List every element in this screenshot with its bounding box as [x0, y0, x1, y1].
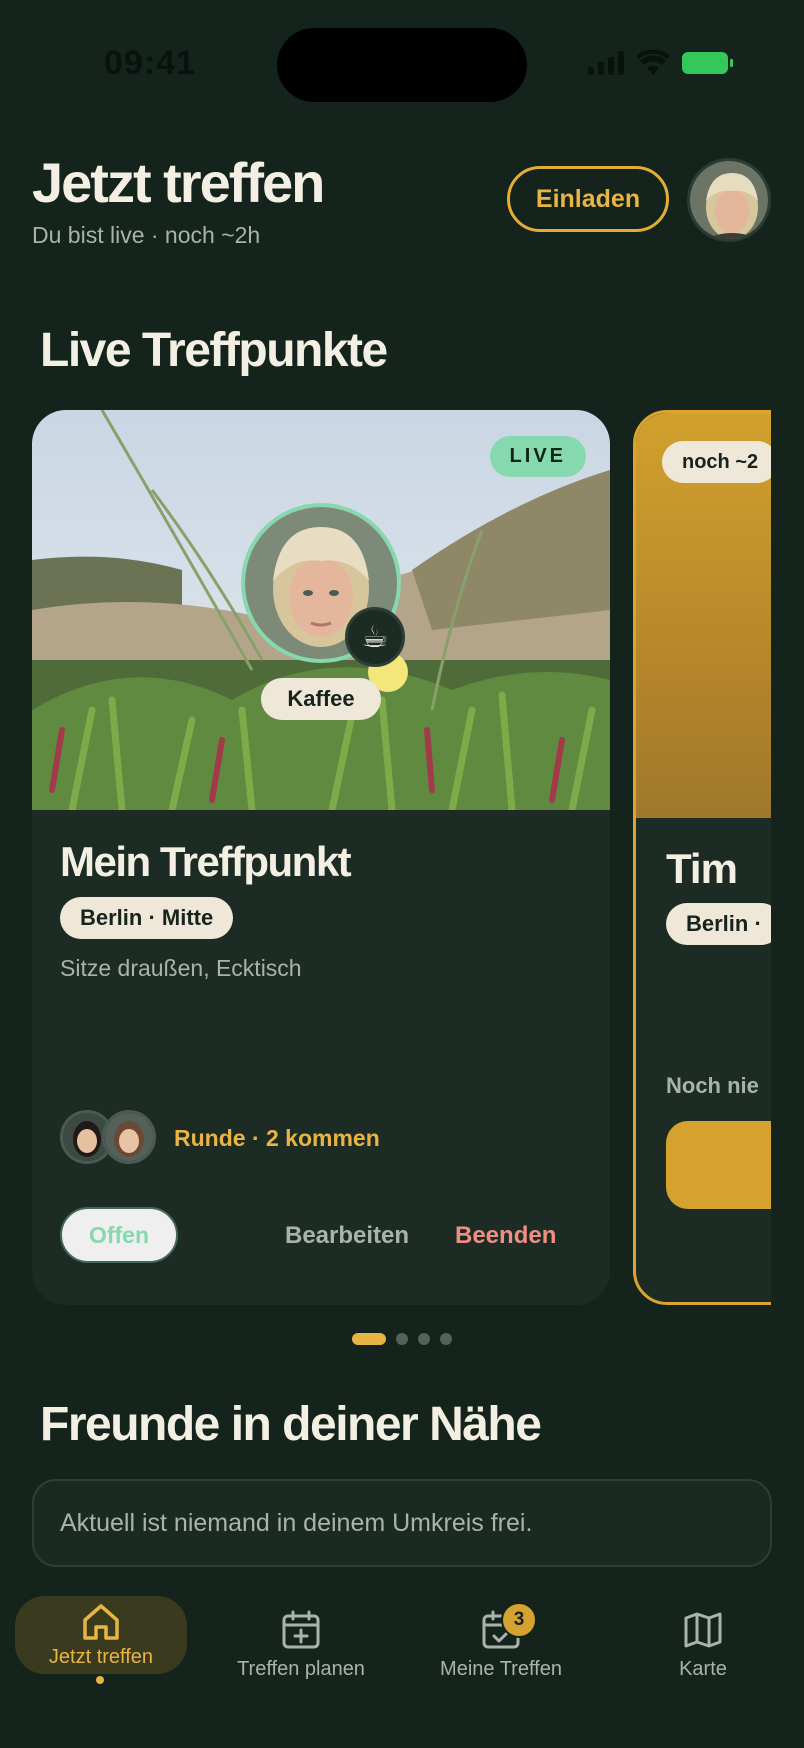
- calendar-plus-icon: [279, 1608, 323, 1652]
- status-bar: 09:41: [0, 0, 804, 120]
- tab-label: Meine Treffen: [440, 1658, 562, 1680]
- tab-label: Treffen planen: [237, 1658, 365, 1680]
- location-pill: Berlin ·: [666, 903, 782, 945]
- pager-dot[interactable]: [396, 1333, 408, 1345]
- pager-dot[interactable]: [440, 1333, 452, 1345]
- meeting-card-own[interactable]: LIVE ☕ Kaffee Mein Treffpunkt Berlin · M…: [32, 410, 610, 1305]
- active-tab-indicator: [96, 1676, 104, 1684]
- coffee-icon: ☕: [345, 607, 405, 667]
- tab-treffen-planen[interactable]: Treffen planen: [215, 1596, 387, 1680]
- attendee-avatars: [60, 1110, 156, 1166]
- status-open-toggle[interactable]: Offen: [60, 1207, 178, 1263]
- card-title: Tim: [666, 845, 738, 892]
- carousel-pager[interactable]: [352, 1333, 452, 1345]
- avatar-portrait: [690, 161, 768, 239]
- notification-badge: 3: [501, 1602, 537, 1638]
- end-button[interactable]: Beenden: [455, 1222, 556, 1250]
- pager-dot[interactable]: [418, 1333, 430, 1345]
- activity-pill: Kaffee: [261, 678, 381, 720]
- attendance-text: Noch nie: [666, 1073, 759, 1098]
- friends-section-title: Freunde in deiner Nähe: [40, 1398, 542, 1451]
- invite-button[interactable]: Einladen: [507, 166, 669, 232]
- attendance-text[interactable]: Runde · 2 kommen: [174, 1125, 380, 1152]
- tab-label: Karte: [679, 1658, 727, 1680]
- location-pill: Berlin · Mitte: [60, 897, 234, 939]
- cellular-signal-icon: [588, 51, 624, 75]
- status-icons: [588, 50, 733, 76]
- page-title: Jetzt treffen: [32, 151, 325, 214]
- card-title: Mein Treffpunkt: [60, 838, 352, 885]
- home-icon: [79, 1600, 123, 1644]
- live-status-subtitle: Du bist live · noch ~2h: [32, 222, 261, 248]
- card-note: Sitze draußen, Ecktisch: [60, 955, 302, 981]
- wifi-icon: [636, 50, 670, 75]
- map-icon: [681, 1608, 725, 1652]
- carousel-edge: [771, 400, 804, 1320]
- time-remaining-pill: noch ~2: [662, 441, 779, 483]
- tab-label: Jetzt treffen: [48, 1646, 154, 1668]
- friends-empty-state: Aktuell ist niemand in deinem Umkreis fr…: [32, 1479, 772, 1567]
- live-section-title: Live Treffpunkte: [40, 324, 388, 377]
- attendee-avatar: [102, 1110, 156, 1164]
- pager-dot[interactable]: [352, 1333, 386, 1345]
- calendar-check-icon: 3: [479, 1602, 537, 1652]
- status-time: 09:41: [104, 44, 196, 82]
- battery-icon: [682, 52, 733, 74]
- profile-avatar[interactable]: [687, 158, 771, 242]
- tab-meine-treffen[interactable]: 3 Meine Treffen: [415, 1596, 587, 1680]
- tab-karte[interactable]: Karte: [617, 1596, 789, 1680]
- live-badge: LIVE: [489, 436, 586, 477]
- tab-bar: Jetzt treffen Treffen planen 3 Meine Tre…: [0, 1590, 804, 1748]
- edit-button[interactable]: Bearbeiten: [285, 1222, 409, 1250]
- dynamic-island: [277, 28, 527, 102]
- tab-jetzt-treffen[interactable]: Jetzt treffen: [15, 1596, 187, 1674]
